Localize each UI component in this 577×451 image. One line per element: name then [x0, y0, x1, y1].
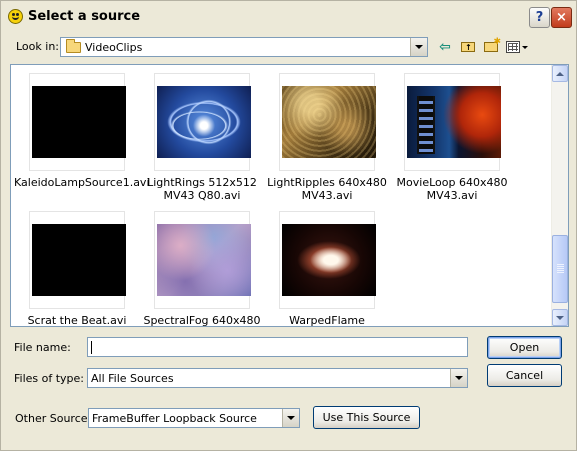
file-type-label: Files of type: — [14, 372, 85, 385]
use-this-source-button[interactable]: Use This Source — [313, 406, 420, 429]
other-sources-select[interactable]: FrameBuffer Loopback Source — [88, 408, 300, 428]
close-button[interactable]: × — [551, 7, 572, 28]
folder-icon — [66, 39, 81, 53]
chevron-down-icon[interactable] — [282, 409, 299, 427]
select-source-dialog: Select a source ? × Look in: VideoClips … — [0, 0, 577, 451]
file-name-label: SpectralFog 640x480 — [143, 314, 261, 327]
help-button[interactable]: ? — [529, 7, 550, 28]
other-sources-value: FrameBuffer Loopback Source — [92, 412, 257, 425]
cancel-button[interactable]: Cancel — [487, 364, 562, 387]
file-name-label: File name: — [14, 341, 71, 354]
look-in-label: Look in: — [16, 40, 59, 53]
file-list[interactable]: KaleidoLampSource1.avi LightRings 512x51… — [10, 64, 569, 327]
file-name-label: LightRings 512x512 MV43 Q80.avi — [147, 176, 257, 202]
video-thumbnail — [157, 224, 251, 296]
file-name-label: WarpedFlame 640x480 — [289, 314, 365, 327]
smiley-icon — [8, 9, 23, 24]
look-in-value: VideoClips — [85, 41, 143, 54]
look-in-dropdown[interactable]: VideoClips — [60, 37, 428, 57]
open-button[interactable]: Open — [487, 336, 562, 359]
video-thumbnail — [407, 86, 501, 158]
file-name-label: LightRipples 640x480 MV43.avi — [267, 176, 387, 202]
video-thumbnail — [32, 86, 126, 158]
other-sources-label: Other Sources — [15, 412, 94, 425]
file-name-label: KaleidoLampSource1.avi — [14, 176, 150, 189]
file-name-label: Scrat the Beat.avi — [27, 314, 127, 327]
chevron-down-icon[interactable] — [450, 369, 467, 387]
video-thumbnail — [157, 86, 251, 158]
dialog-title: Select a source — [28, 9, 141, 24]
file-name-label: MovieLoop 640x480 MV43.avi — [396, 176, 508, 202]
file-name-input[interactable] — [87, 337, 468, 357]
vertical-scrollbar[interactable] — [551, 65, 568, 326]
file-type-value: All File Sources — [91, 372, 174, 385]
back-arrow-icon[interactable]: ⇦ — [435, 38, 455, 56]
video-thumbnail — [282, 224, 376, 296]
scroll-up-icon[interactable] — [552, 65, 568, 82]
scroll-down-icon[interactable] — [552, 309, 568, 326]
scroll-thumb[interactable] — [552, 235, 568, 303]
chevron-down-icon[interactable] — [410, 38, 427, 56]
new-folder-icon[interactable]: ✱ — [481, 37, 501, 56]
video-thumbnail — [32, 224, 126, 296]
view-menu-icon[interactable] — [504, 38, 530, 56]
up-folder-icon[interactable]: ↑ — [458, 38, 478, 56]
title-bar: Select a source ? × — [1, 1, 576, 32]
file-type-select[interactable]: All File Sources — [87, 368, 468, 388]
video-thumbnail — [282, 86, 376, 158]
